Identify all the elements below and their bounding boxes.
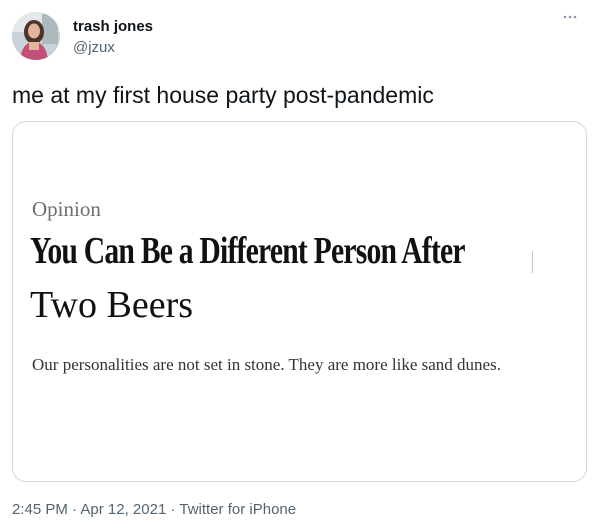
ellipsis-icon (563, 15, 577, 19)
text-cursor (532, 251, 533, 273)
tweet-text: me at my first house party post-pandemic (12, 82, 434, 108)
article-preview: Opinion You Can Be a Different Person Af… (13, 122, 586, 481)
more-options-button[interactable] (561, 12, 579, 30)
meta-separator: · (72, 501, 78, 518)
author-info: trash jones @jzux (73, 17, 153, 57)
tweet: trash jones @jzux me at my first house p… (0, 0, 599, 529)
author-display-name[interactable]: trash jones (73, 17, 153, 36)
tweet-date[interactable]: Apr 12, 2021 (80, 501, 166, 518)
article-kicker: Opinion (32, 197, 101, 221)
profile-photo-icon (12, 12, 60, 60)
article-dek: Our personalities are not set in stone. … (32, 355, 501, 374)
link-card[interactable]: Opinion You Can Be a Different Person Af… (12, 121, 587, 482)
tweet-source[interactable]: Twitter for iPhone (179, 501, 296, 518)
article-headline-line-2: Two Beers (30, 284, 194, 326)
author-handle[interactable]: @jzux (73, 38, 153, 57)
tweet-meta: 2:45 PM · Apr 12, 2021 · Twitter for iPh… (12, 500, 296, 519)
meta-separator: · (170, 501, 176, 518)
avatar[interactable] (12, 12, 60, 60)
article-headline-line-1: You Can Be a Different Person After (30, 230, 466, 272)
tweet-time[interactable]: 2:45 PM (12, 501, 68, 518)
